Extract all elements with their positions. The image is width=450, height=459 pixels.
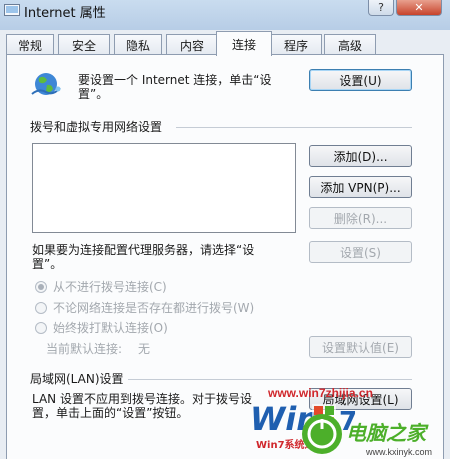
proxy-description-line2: 置”。	[32, 257, 63, 271]
tab-content[interactable]: 内容	[166, 34, 218, 55]
tab-programs[interactable]: 程序	[270, 34, 322, 55]
lan-description-line2: 置，单击上面的“设置”按钮。	[32, 406, 189, 420]
globe-network-icon	[31, 73, 61, 95]
default-connection-value: 无	[138, 342, 151, 356]
setup-description-line1: 要设置一个 Internet 连接，单击“设	[78, 73, 272, 87]
radio-dial-always-label: 不论网络连接是否存在都进行拨号(W)	[53, 301, 255, 315]
lan-heading: 局域网(LAN)设置	[30, 372, 124, 386]
radio-never-dial[interactable]	[35, 281, 47, 293]
group-divider	[128, 379, 412, 380]
lan-description-line1: LAN 设置不应用到拨号连接。对于拨号设	[32, 392, 252, 406]
dialup-vpn-heading: 拨号和虚拟专用网络设置	[30, 120, 163, 134]
tab-privacy[interactable]: 隐私	[114, 34, 162, 55]
set-default-button[interactable]: 设置默认值(E)	[309, 336, 412, 358]
default-connection-label: 当前默认连接:	[46, 342, 123, 356]
remove-button[interactable]: 删除(R)...	[309, 207, 412, 229]
help-button[interactable]: ?	[368, 0, 394, 16]
add-button[interactable]: 添加(D)...	[309, 145, 412, 167]
tab-security[interactable]: 安全	[58, 34, 110, 55]
radio-dial-default-label: 始终拨打默认连接(O)	[53, 321, 168, 335]
radio-dial-default[interactable]	[35, 322, 47, 334]
proxy-settings-button[interactable]: 设置(S)	[309, 241, 412, 263]
radio-never-dial-label: 从不进行拨号连接(C)	[53, 280, 167, 294]
title-bar: Internet 属性 ? ✕	[0, 0, 450, 30]
setup-button[interactable]: 设置(U)	[309, 69, 412, 91]
lan-settings-button[interactable]: 局域网设置(L)	[309, 388, 412, 410]
group-divider	[176, 127, 412, 128]
proxy-description-line1: 如果要为连接配置代理服务器，请选择“设	[32, 243, 255, 257]
tab-general[interactable]: 常规	[6, 34, 54, 55]
tab-advanced[interactable]: 高级	[324, 34, 376, 55]
connections-list[interactable]	[32, 143, 296, 233]
internet-options-icon	[4, 4, 20, 16]
add-vpn-button[interactable]: 添加 VPN(P)...	[309, 176, 412, 198]
radio-dial-always[interactable]	[35, 302, 47, 314]
tab-connections[interactable]: 连接	[216, 31, 272, 56]
close-button[interactable]: ✕	[396, 0, 442, 16]
window-title: Internet 属性	[24, 6, 106, 21]
setup-description-line2: 置”。	[78, 87, 109, 101]
